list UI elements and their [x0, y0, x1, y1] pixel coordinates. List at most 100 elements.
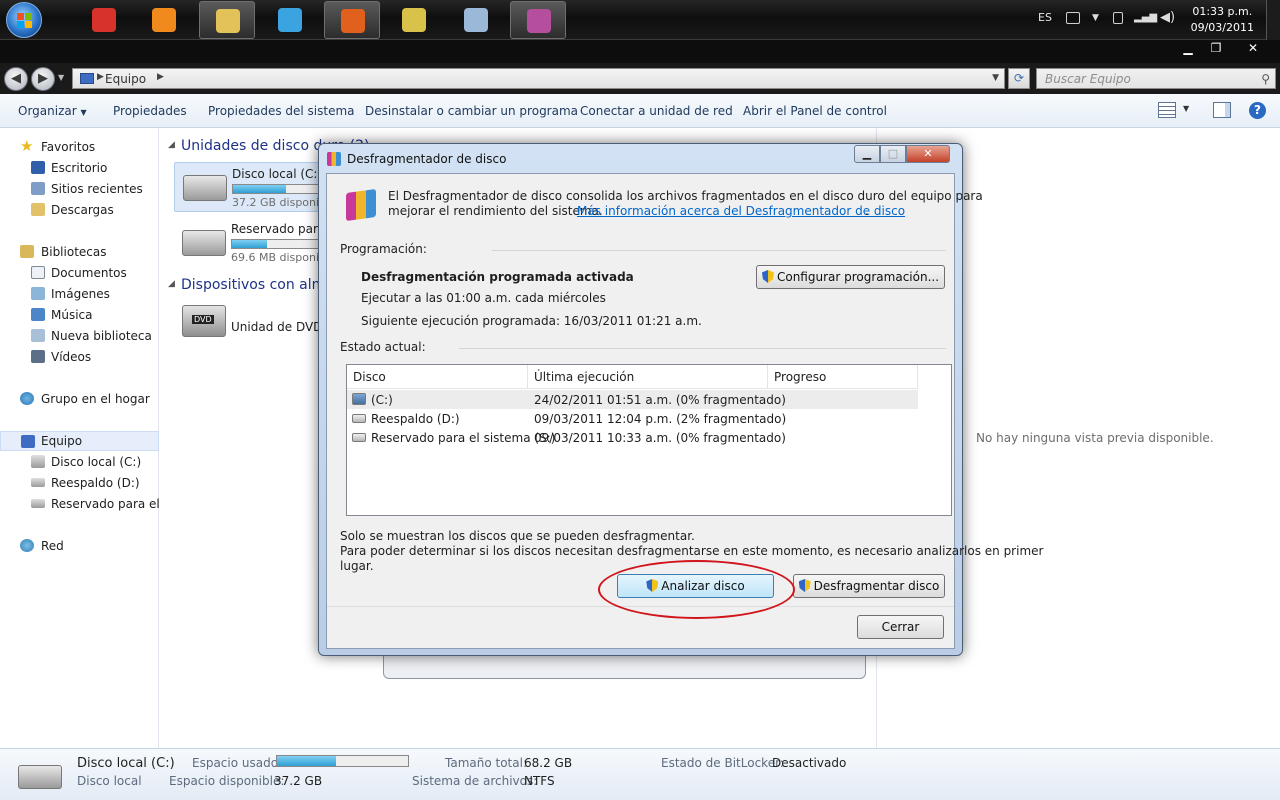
- disk-defragmenter-taskbar-button[interactable]: [510, 1, 566, 39]
- configure-schedule-button[interactable]: Configurar programación...: [756, 265, 945, 289]
- map-network-drive-button[interactable]: Conectar a unidad de red: [580, 104, 733, 118]
- power-icon[interactable]: [1113, 12, 1123, 24]
- start-button[interactable]: [6, 2, 42, 38]
- breadcrumb-equipo[interactable]: Equipo: [105, 72, 146, 86]
- uninstall-program-button[interactable]: Desinstalar o cambiar un programa: [365, 104, 578, 118]
- disk-row[interactable]: Reservado para el sistema (S:) 09/03/201…: [347, 428, 918, 447]
- minimize-button[interactable]: ▁: [1174, 40, 1202, 58]
- nav-drive-d[interactable]: Reespaldo (D:): [0, 473, 159, 493]
- nav-drive-s[interactable]: Reservado para el sis: [0, 494, 159, 514]
- organize-menu[interactable]: Organizar ▼: [18, 104, 87, 118]
- details-used-label: Espacio usado:: [192, 756, 283, 770]
- open-control-panel-button[interactable]: Abrir el Panel de control: [743, 104, 887, 118]
- change-view-icon[interactable]: [1158, 102, 1176, 118]
- collapse-group-icon[interactable]: ◢: [168, 140, 175, 150]
- group-header-removable[interactable]: Dispositivos con almacenamiento extraíbl…: [181, 277, 321, 293]
- address-dropdown-icon[interactable]: ▼: [992, 73, 999, 83]
- details-pane: Disco local (C:) Disco local Espacio usa…: [0, 748, 1280, 800]
- nav-documents[interactable]: Documentos: [0, 263, 159, 283]
- dialog-maximize-button[interactable]: □: [880, 145, 906, 163]
- signal-icon[interactable]: ▂▄▆: [1134, 12, 1157, 23]
- nav-music[interactable]: Música: [0, 305, 159, 325]
- nav-homegroup[interactable]: Grupo en el hogar: [0, 389, 159, 409]
- defragment-disk-button[interactable]: Desfragmentar disco: [793, 574, 945, 598]
- details-fs-value: NTFS: [524, 774, 555, 788]
- volume-icon[interactable]: ◀): [1160, 10, 1175, 25]
- nav-pictures[interactable]: Imágenes: [0, 284, 159, 304]
- restore-button[interactable]: ❐: [1202, 40, 1230, 58]
- file-explorer-taskbar-button[interactable]: [199, 1, 255, 39]
- breadcrumb-arrow-icon[interactable]: ▶: [97, 72, 104, 82]
- drive-s-tile[interactable]: Reservado para el sistema (S:) 69.6 MB d…: [174, 218, 415, 268]
- ccleaner-taskbar-button[interactable]: [76, 1, 132, 39]
- drive-c-tile[interactable]: Disco local (C:) 37.2 GB disponibles de …: [174, 162, 406, 212]
- homegroup-icon: [20, 392, 34, 405]
- nav-desktop[interactable]: Escritorio: [0, 158, 159, 178]
- defragmenter-large-icon: [346, 188, 376, 222]
- dialog-caption-buttons: ▁ □ ✕: [854, 145, 957, 164]
- disk-row[interactable]: (C:) 24/02/2011 01:51 a.m. (0% fragmenta…: [347, 390, 918, 409]
- disk-row[interactable]: Reespaldo (D:) 09/03/2011 12:04 p.m. (2%…: [347, 409, 918, 428]
- paint-taskbar-button[interactable]: [448, 1, 504, 39]
- breadcrumb-arrow-icon[interactable]: ▶: [157, 72, 164, 82]
- address-field[interactable]: ▶ Equipo ▶ ▼: [72, 68, 1005, 89]
- properties-button[interactable]: Propiedades: [113, 104, 187, 118]
- details-total-value: 68.2 GB: [524, 756, 573, 770]
- view-options-icon[interactable]: ▼: [1183, 104, 1189, 113]
- column-header-disk[interactable]: Disco: [347, 365, 528, 388]
- nav-videos[interactable]: Vídeos: [0, 347, 159, 367]
- nav-drive-c[interactable]: Disco local (C:): [0, 452, 159, 472]
- dialog-close-button[interactable]: ✕: [906, 145, 950, 163]
- collapse-group-icon[interactable]: ◢: [168, 279, 175, 289]
- clock-time: 01:33 p.m.: [1192, 5, 1253, 18]
- close-button[interactable]: ✕: [1230, 40, 1276, 58]
- learn-more-link[interactable]: Más información acerca del Desfragmentad…: [577, 204, 905, 218]
- schedule-next-run: Siguiente ejecución programada: 16/03/20…: [361, 314, 702, 328]
- clock-date: 09/03/2011: [1190, 21, 1254, 34]
- preview-pane-icon[interactable]: [1213, 102, 1231, 118]
- firefox-taskbar-button[interactable]: [324, 1, 380, 39]
- disk-name: Reservado para el sistema (S:): [371, 431, 556, 445]
- help-icon[interactable]: ?: [1249, 102, 1266, 119]
- keyboard-icon[interactable]: [1066, 12, 1080, 24]
- show-desktop-button[interactable]: [1266, 0, 1280, 40]
- ccleaner-icon: [92, 8, 116, 32]
- recent-pages-icon[interactable]: ▼: [58, 73, 64, 82]
- desktop-icon: [31, 161, 45, 174]
- nav-network[interactable]: Red: [0, 536, 159, 556]
- note-text-2: Para poder determinar si los discos nece…: [340, 544, 1044, 558]
- disk-cleanup-taskbar-button[interactable]: [386, 1, 442, 39]
- note-text: Solo se muestran los discos que se puede…: [340, 529, 695, 543]
- nav-new-library[interactable]: Nueva biblioteca: [0, 326, 159, 346]
- column-header-progress[interactable]: Progreso: [768, 365, 918, 388]
- disk-list[interactable]: Disco Última ejecución Progreso (C:) 24/…: [346, 364, 952, 516]
- messenger-taskbar-button[interactable]: [262, 1, 318, 39]
- nav-recent-places[interactable]: Sitios recientes: [0, 179, 159, 199]
- clock[interactable]: 01:33 p.m. 09/03/2011: [1191, 4, 1254, 36]
- details-type: Disco local: [77, 774, 142, 788]
- nav-downloads[interactable]: Descargas: [0, 200, 159, 220]
- system-properties-button[interactable]: Propiedades del sistema: [208, 104, 355, 118]
- refresh-button[interactable]: ⟳: [1008, 68, 1030, 89]
- libraries-icon: [20, 245, 34, 258]
- close-dialog-button[interactable]: Cerrar: [857, 615, 944, 639]
- media-player-taskbar-button[interactable]: [136, 1, 192, 39]
- recent-places-icon: [31, 182, 45, 195]
- column-header-last-run[interactable]: Última ejecución: [528, 365, 768, 388]
- search-input[interactable]: Buscar Equipo ⚲: [1036, 68, 1276, 89]
- tray-expand-icon[interactable]: ▼: [1092, 13, 1099, 23]
- header-divider: [347, 388, 918, 389]
- address-bar: ◀ ▶ ▼ ▶ Equipo ▶ ▼ ⟳ Buscar Equipo ⚲: [0, 63, 1280, 94]
- forward-button[interactable]: ▶: [31, 67, 55, 91]
- back-button[interactable]: ◀: [4, 67, 28, 91]
- details-total-label: Tamaño total:: [445, 756, 527, 770]
- dialog-minimize-button[interactable]: ▁: [854, 145, 880, 163]
- language-indicator[interactable]: ES: [1038, 11, 1052, 24]
- nav-computer[interactable]: Equipo: [0, 431, 159, 451]
- defragmenter-icon: [327, 152, 341, 166]
- search-icon[interactable]: ⚲: [1261, 72, 1270, 86]
- command-bar: Organizar ▼ Propiedades Propiedades del …: [0, 94, 1280, 128]
- dvd-drive-tile[interactable]: DVD Unidad de DVD RW (E:): [174, 300, 371, 350]
- nav-favorites[interactable]: ★ Favoritos: [0, 137, 159, 157]
- nav-libraries[interactable]: Bibliotecas: [0, 242, 159, 262]
